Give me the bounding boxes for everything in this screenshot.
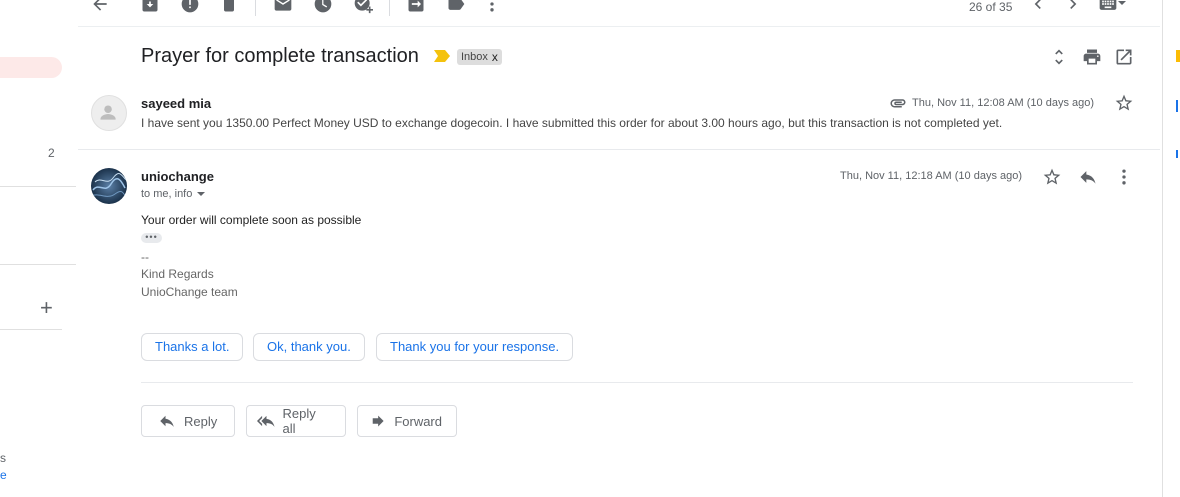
move-to-icon[interactable]	[406, 0, 426, 14]
labels-icon[interactable]	[446, 0, 466, 14]
keep-addon-icon[interactable]	[1176, 100, 1178, 112]
newer-chevron-icon[interactable]	[1028, 0, 1048, 14]
sidebar-item-count: 2	[48, 146, 55, 160]
message-date: Thu, Nov 11, 12:18 AM (10 days ago)	[840, 170, 1023, 182]
toolbar-divider	[78, 26, 1160, 27]
signature-line: UnioChange team	[141, 285, 238, 299]
create-label-icon[interactable]: +	[40, 297, 53, 319]
message-divider	[78, 149, 1160, 150]
smart-reply-chip[interactable]: Thank you for your response.	[376, 333, 574, 361]
chevron-down-icon[interactable]	[1116, 0, 1128, 13]
archive-icon[interactable]	[140, 0, 160, 14]
reply-button[interactable]: Reply	[141, 405, 235, 437]
signature-separator: --	[141, 250, 149, 264]
reply-all-button[interactable]: Reply all	[246, 405, 346, 437]
reply-all-label: Reply all	[282, 406, 316, 436]
message-snippet[interactable]: I have sent you 1350.00 Perfect Money US…	[141, 116, 1002, 130]
signature-line: Kind Regards	[141, 267, 214, 281]
smart-reply-chip[interactable]: Ok, thank you.	[253, 333, 365, 361]
reply-label: Reply	[184, 413, 218, 429]
forward-icon	[372, 415, 384, 427]
sidebar-selected-item[interactable]	[0, 57, 62, 78]
show-trimmed-content-button[interactable]: •••	[141, 233, 162, 243]
more-vert-icon[interactable]	[1114, 167, 1134, 187]
side-panel-divider	[1162, 0, 1163, 497]
important-marker-icon[interactable]	[434, 50, 450, 62]
recipients-text: to me, info	[141, 188, 193, 200]
forward-button[interactable]: Forward	[357, 405, 457, 437]
sidebar-footer-text: s	[0, 451, 6, 465]
star-icon[interactable]	[1042, 167, 1062, 187]
attachment-icon	[889, 94, 907, 114]
thread-subject: Prayer for complete transaction	[141, 45, 419, 67]
add-to-tasks-icon[interactable]	[353, 0, 373, 14]
sidebar-divider	[0, 329, 62, 330]
mark-unread-icon[interactable]	[273, 0, 293, 14]
tasks-addon-icon[interactable]	[1176, 150, 1178, 158]
keyboard-icon[interactable]	[1098, 0, 1118, 14]
avatar[interactable]	[91, 168, 127, 204]
reply-all-icon	[257, 415, 275, 427]
recipients-line[interactable]: to me, info	[141, 188, 206, 200]
pager-text: 26 of 35	[969, 0, 1013, 14]
smart-reply-chip[interactable]: Thanks a lot.	[141, 333, 244, 361]
sidebar-divider	[0, 186, 76, 187]
reply-icon	[160, 415, 174, 427]
back-arrow-icon[interactable]	[90, 0, 110, 14]
more-vert-icon[interactable]	[482, 0, 502, 14]
snooze-icon[interactable]	[313, 0, 333, 14]
sidebar-divider	[0, 264, 76, 265]
message-date: Thu, Nov 11, 12:08 AM (10 days ago)	[912, 97, 1095, 109]
sidebar-footer-link[interactable]: e	[0, 468, 7, 482]
star-icon[interactable]	[1114, 93, 1134, 113]
forward-label: Forward	[394, 413, 442, 429]
report-spam-icon[interactable]	[180, 0, 200, 14]
calendar-addon-icon[interactable]	[1176, 50, 1180, 62]
older-chevron-icon[interactable]	[1063, 0, 1083, 14]
reply-divider	[141, 382, 1133, 383]
sender-name[interactable]: sayeed mia	[141, 96, 211, 111]
inbox-label-chip: Inbox x	[457, 49, 502, 65]
chevron-down-icon	[197, 192, 206, 196]
expand-collapse-icon[interactable]	[1049, 47, 1069, 67]
label-text: Inbox	[461, 51, 488, 63]
avatar[interactable]	[91, 95, 127, 131]
print-icon[interactable]	[1082, 47, 1102, 67]
message-body: Your order will complete soon as possibl…	[141, 213, 362, 227]
reply-icon[interactable]	[1078, 167, 1098, 187]
toolbar: 26 of 35	[0, 0, 1160, 26]
sender-name[interactable]: uniochange	[141, 169, 214, 184]
open-new-window-icon[interactable]	[1114, 47, 1134, 67]
delete-icon[interactable]	[219, 0, 239, 14]
remove-label-icon[interactable]: x	[492, 49, 498, 65]
